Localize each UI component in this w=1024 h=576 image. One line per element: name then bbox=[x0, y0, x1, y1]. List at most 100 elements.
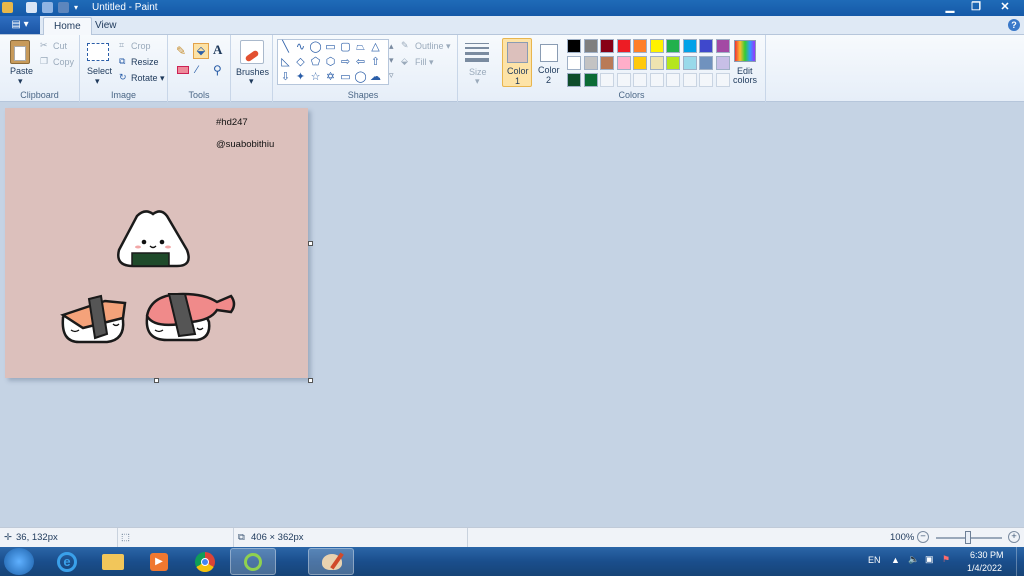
cut-label[interactable]: Cut bbox=[53, 41, 67, 51]
down-arrow-shape-icon[interactable]: ⇩ bbox=[279, 71, 292, 83]
rounded-callout-shape-icon[interactable]: ▭ bbox=[339, 71, 352, 83]
line-shape-icon[interactable]: ╲ bbox=[279, 41, 292, 53]
size-icon[interactable] bbox=[465, 41, 489, 63]
palette-swatch[interactable] bbox=[715, 56, 730, 70]
start-button[interactable] bbox=[4, 548, 34, 575]
palette-swatch[interactable] bbox=[633, 39, 647, 53]
pentagon-shape-icon[interactable]: ⬠ bbox=[309, 56, 322, 68]
fill-label[interactable]: Fill ▾ bbox=[415, 57, 434, 68]
palette-swatch[interactable] bbox=[600, 56, 614, 70]
select-icon[interactable] bbox=[87, 43, 109, 61]
palette-swatch[interactable] bbox=[666, 39, 680, 53]
customize-quick-access-icon[interactable]: ▾ bbox=[74, 2, 85, 13]
palette-swatch[interactable] bbox=[583, 39, 598, 53]
coccoc-taskbar-icon[interactable] bbox=[230, 548, 276, 575]
select-dropdown-icon[interactable]: ▾ bbox=[95, 76, 100, 87]
fill-bucket-icon[interactable]: ⬙ bbox=[193, 43, 209, 59]
show-desktop-button[interactable] bbox=[1016, 547, 1024, 576]
help-icon[interactable]: ? bbox=[1008, 19, 1020, 31]
zoom-slider-thumb[interactable] bbox=[965, 531, 971, 544]
cloud-callout-shape-icon[interactable]: ☁ bbox=[369, 71, 382, 83]
color2-button[interactable]: Color 2 bbox=[536, 38, 562, 87]
palette-swatch[interactable] bbox=[699, 56, 713, 70]
canvas-resize-handle-bottom[interactable] bbox=[154, 378, 159, 383]
shapes-scroll-up-icon[interactable]: ▴ bbox=[389, 41, 394, 52]
up-arrow-shape-icon[interactable]: ⇧ bbox=[369, 56, 382, 68]
edit-colors-label-line2[interactable]: colors bbox=[733, 75, 757, 85]
outline-label[interactable]: Outline ▾ bbox=[415, 41, 451, 52]
left-arrow-shape-icon[interactable]: ⇦ bbox=[354, 56, 367, 68]
brushes-dropdown-icon[interactable]: ▾ bbox=[249, 76, 254, 87]
palette-swatch[interactable] bbox=[682, 56, 697, 70]
curve-shape-icon[interactable]: ∿ bbox=[294, 41, 307, 53]
oval-shape-icon[interactable]: ◯ bbox=[309, 41, 322, 53]
maximize-button[interactable]: ❐ bbox=[964, 0, 988, 15]
paste-dropdown-icon[interactable]: ▾ bbox=[18, 76, 23, 87]
color-picker-icon[interactable]: ⁄ bbox=[196, 64, 198, 76]
text-tool-icon[interactable]: A bbox=[213, 42, 227, 57]
volume-icon[interactable]: 🔈 bbox=[908, 554, 919, 565]
palette-swatch[interactable] bbox=[616, 73, 631, 87]
magnifier-icon[interactable]: ⚲ bbox=[213, 63, 222, 77]
palette-swatch[interactable] bbox=[616, 56, 631, 70]
rotate-label[interactable]: Rotate ▾ bbox=[131, 73, 165, 84]
palette-swatch[interactable] bbox=[633, 73, 647, 87]
clock-time[interactable]: 6:30 PM bbox=[970, 550, 1004, 560]
pencil-icon[interactable]: ✎ bbox=[176, 44, 190, 58]
palette-swatch[interactable] bbox=[715, 73, 730, 87]
tab-view[interactable]: View bbox=[85, 17, 127, 35]
paste-icon[interactable] bbox=[10, 40, 30, 64]
resize-label[interactable]: Resize bbox=[131, 57, 159, 67]
right-triangle-shape-icon[interactable]: ◺ bbox=[279, 56, 292, 68]
show-hidden-icons[interactable]: ▲ bbox=[891, 555, 900, 565]
shapes-more-icon[interactable]: ▿ bbox=[389, 70, 394, 81]
palette-swatch[interactable] bbox=[583, 56, 598, 70]
size-dropdown-icon[interactable]: ▾ bbox=[475, 76, 480, 87]
rounded-rectangle-shape-icon[interactable]: ▢ bbox=[339, 41, 352, 53]
polygon-shape-icon[interactable]: ⏢ bbox=[354, 41, 367, 53]
palette-swatch[interactable] bbox=[567, 73, 581, 87]
chrome-taskbar-icon[interactable] bbox=[182, 548, 228, 575]
shapes-scroll-down-icon[interactable]: ▾ bbox=[389, 55, 394, 66]
palette-swatch[interactable] bbox=[666, 56, 680, 70]
rectangle-shape-icon[interactable]: ▭ bbox=[324, 41, 337, 53]
six-point-star-shape-icon[interactable]: ✡ bbox=[324, 71, 337, 83]
palette-swatch[interactable] bbox=[649, 73, 664, 87]
eraser-icon[interactable] bbox=[177, 66, 189, 74]
hexagon-shape-icon[interactable]: ⬡ bbox=[324, 56, 337, 68]
language-indicator[interactable]: EN bbox=[868, 555, 881, 565]
internet-explorer-taskbar-icon[interactable]: e bbox=[44, 548, 90, 575]
diamond-shape-icon[interactable]: ◇ bbox=[294, 56, 307, 68]
palette-swatch[interactable] bbox=[666, 73, 680, 87]
oval-callout-shape-icon[interactable]: ◯ bbox=[354, 71, 367, 83]
clock-date[interactable]: 1/4/2022 bbox=[967, 563, 1002, 573]
palette-swatch[interactable] bbox=[616, 39, 631, 53]
action-center-icon[interactable]: ⚑ bbox=[942, 554, 950, 565]
paint-taskbar-icon[interactable] bbox=[308, 548, 354, 575]
select-label[interactable]: Select bbox=[87, 66, 112, 76]
palette-swatch[interactable] bbox=[699, 73, 713, 87]
crop-label[interactable]: Crop bbox=[131, 41, 151, 51]
palette-swatch[interactable] bbox=[567, 56, 581, 70]
undo-quick-icon[interactable] bbox=[42, 2, 53, 13]
palette-swatch[interactable] bbox=[699, 39, 713, 53]
palette-swatch[interactable] bbox=[682, 39, 697, 53]
close-button[interactable]: ✕ bbox=[990, 0, 1020, 15]
network-icon[interactable]: ▣ bbox=[925, 554, 934, 565]
redo-quick-icon[interactable] bbox=[58, 2, 69, 13]
canvas-resize-handle-right[interactable] bbox=[308, 241, 313, 246]
brushes-icon[interactable] bbox=[240, 40, 264, 64]
paint-app-icon[interactable] bbox=[2, 2, 13, 13]
canvas-resize-handle-corner[interactable] bbox=[308, 378, 313, 383]
media-player-taskbar-icon[interactable]: ▶ bbox=[136, 548, 182, 575]
four-point-star-shape-icon[interactable]: ✦ bbox=[294, 71, 307, 83]
palette-swatch[interactable] bbox=[567, 39, 581, 53]
save-quick-icon[interactable] bbox=[26, 2, 37, 13]
zoom-out-button[interactable]: − bbox=[917, 531, 929, 543]
palette-swatch[interactable] bbox=[583, 73, 598, 87]
palette-swatch[interactable] bbox=[649, 56, 664, 70]
zoom-in-button[interactable]: + bbox=[1008, 531, 1020, 543]
minimize-button[interactable]: ▁ bbox=[938, 0, 962, 15]
paste-label[interactable]: Paste bbox=[10, 66, 33, 76]
file-menu-button[interactable]: ▤ ▾ bbox=[0, 16, 40, 34]
